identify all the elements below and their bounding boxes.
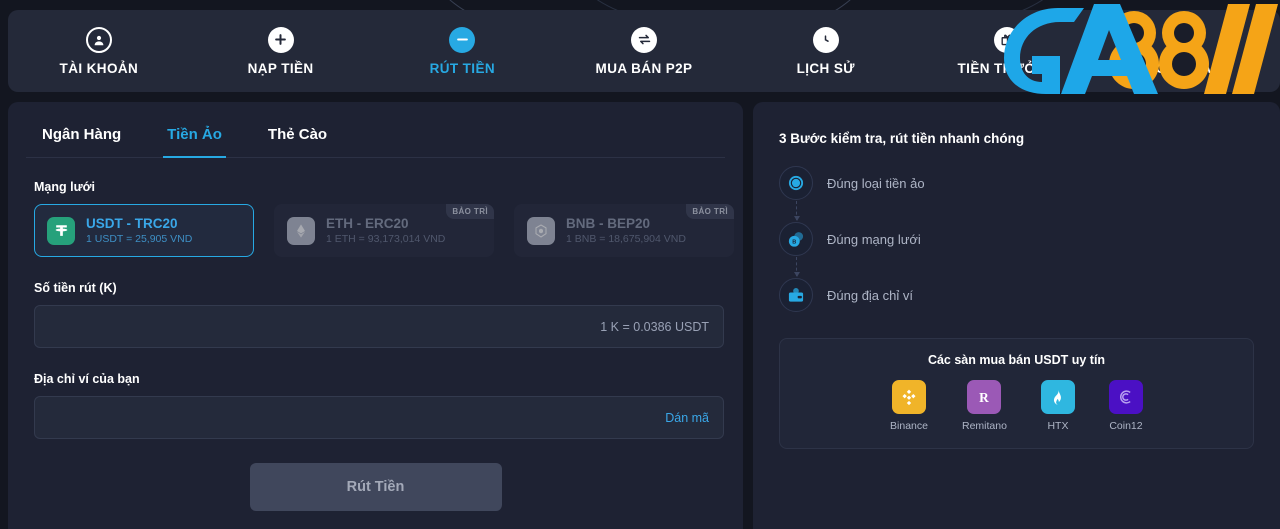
bank-icon (1176, 26, 1203, 53)
minus-circle-icon (449, 26, 476, 53)
maintenance-badge: BẢO TRÌ (686, 204, 734, 219)
exchanges-title: Các sàn mua bán USDT uy tín (927, 353, 1106, 367)
tether-icon (47, 216, 75, 245)
guide-steps: B Đúng loại tiền ảo B Đúng mạng lưới Đún… (779, 164, 1280, 314)
nav-item-tai-khoan[interactable]: TÀI KHOẢN (8, 10, 190, 92)
network-rate: 1 USDT = 25,905 VND (86, 233, 193, 245)
exchange-item-remitano[interactable]: R Remitano (962, 380, 1007, 432)
guide-step-3: Đúng địa chỉ ví (779, 276, 1280, 314)
network-rate: 1 BNB = 18,675,904 VND (566, 233, 686, 245)
remitano-icon: R (967, 380, 1002, 414)
exchange-name: Binance (890, 420, 928, 432)
step-connector (793, 201, 800, 221)
nav-item-rut-tien[interactable]: RÚT TIỀN (371, 10, 553, 92)
network-coins-icon: B (779, 222, 813, 256)
nav-label: MUA BÁN P2P (595, 60, 693, 76)
exchange-arrows-icon (631, 26, 658, 53)
paste-code-button[interactable]: Dán mã (665, 411, 709, 425)
coin12-icon (1108, 380, 1143, 414)
guide-step-text: Đúng loại tiền ảo (827, 175, 925, 191)
guide-panel: 3 Bước kiểm tra, rút tiền nhanh chóng B … (753, 102, 1280, 529)
submit-row: Rút Tiền (8, 463, 743, 511)
network-section-label: Mạng lưới (34, 180, 95, 194)
svg-text:B: B (794, 182, 798, 188)
nav-label: NGÂN HÀNG (1145, 60, 1233, 76)
nav-label: TÀI KHOẢN (59, 60, 139, 76)
clock-icon (812, 26, 839, 53)
binance-coin-icon (527, 216, 555, 245)
network-name: ETH - ERC20 (326, 216, 409, 231)
amount-field-label: Số tiền rút (K) (34, 281, 117, 295)
amount-input[interactable]: 1 K = 0.0386 USDT (34, 305, 724, 348)
guide-title: 3 Bước kiểm tra, rút tiền nhanh chóng (779, 131, 1025, 146)
nav-label: LỊCH SỬ (796, 60, 855, 76)
maintenance-badge: BẢO TRÌ (446, 204, 494, 219)
tab-the-cao[interactable]: Thẻ Cào (264, 126, 331, 158)
svg-text:R: R (980, 390, 990, 405)
svg-text:B: B (792, 239, 796, 245)
app-screen: TÀI KHOẢN NẠP TIỀN RÚT TIỀN MUA BÁN P2P … (0, 0, 1280, 529)
method-tabs: Ngân Hàng Tiền Ảo Thẻ Cào (26, 102, 725, 158)
coin-b-icon: B (779, 166, 813, 200)
wallet-field-label: Địa chỉ ví của bạn (34, 372, 140, 386)
guide-step-1: B Đúng loại tiền ảo (779, 164, 1280, 221)
withdraw-submit-button[interactable]: Rút Tiền (249, 463, 502, 511)
exchanges-box: Các sàn mua bán USDT uy tín Binance R Re… (779, 338, 1254, 449)
binance-icon (892, 380, 927, 414)
exchange-name: HTX (1047, 420, 1069, 432)
nav-item-tien-thuong[interactable]: TIỀN THƯỞNG (917, 10, 1099, 92)
exchange-item-htx[interactable]: HTX (1040, 380, 1075, 432)
nav-item-nap-tien[interactable]: NẠP TIỀN (190, 10, 372, 92)
exchange-item-binance[interactable]: Binance (890, 380, 928, 432)
plus-circle-icon (267, 26, 294, 53)
htx-icon (1040, 380, 1075, 414)
nav-item-ngan-hang[interactable]: NGÂN HÀNG (1098, 10, 1280, 92)
nav-label: RÚT TIỀN (429, 60, 496, 76)
exchange-item-coin12[interactable]: Coin12 (1108, 380, 1143, 432)
exchange-name: Coin12 (1109, 420, 1143, 432)
guide-step-2: B Đúng mạng lưới (779, 220, 1280, 277)
network-option-eth-erc20[interactable]: BẢO TRÌ ETH - ERC20 1 ETH = 93,173,014 V… (274, 204, 494, 257)
withdraw-form-panel: Ngân Hàng Tiền Ảo Thẻ Cào Mạng lưới USDT… (8, 102, 743, 529)
network-option-usdt-trc20[interactable]: USDT - TRC20 1 USDT = 25,905 VND (34, 204, 254, 257)
amount-conversion-hint: 1 K = 0.0386 USDT (600, 319, 709, 334)
tab-ngan-hang[interactable]: Ngân Hàng (38, 126, 125, 158)
nav-label: TIỀN THƯỞNG (957, 60, 1058, 76)
network-options: USDT - TRC20 1 USDT = 25,905 VND BẢO TRÌ… (34, 204, 743, 257)
exchange-name: Remitano (962, 420, 1007, 432)
guide-step-text: Đúng mạng lưới (827, 231, 921, 247)
nav-item-mua-ban-p2p[interactable]: MUA BÁN P2P (553, 10, 735, 92)
exchanges-list: Binance R Remitano HTX Coin12 (780, 380, 1253, 432)
user-circle-icon (85, 26, 112, 53)
network-name: BNB - BEP20 (566, 216, 651, 231)
network-option-bnb-bep20[interactable]: BẢO TRÌ BNB - BEP20 1 BNB = 18,675,904 V… (514, 204, 734, 257)
wallet-icon (779, 278, 813, 312)
nav-item-lich-su[interactable]: LỊCH SỬ (735, 10, 917, 92)
guide-step-text: Đúng địa chỉ ví (827, 287, 913, 303)
gift-icon (994, 26, 1021, 53)
wallet-address-input[interactable]: Dán mã (34, 396, 724, 439)
network-name: USDT - TRC20 (86, 216, 178, 231)
ethereum-icon (287, 216, 315, 245)
nav-label: NẠP TIỀN (247, 60, 314, 76)
step-connector (793, 257, 800, 277)
network-rate: 1 ETH = 93,173,014 VND (326, 233, 446, 245)
tab-tien-ao[interactable]: Tiền Ảo (163, 126, 226, 158)
main-navigation: TÀI KHOẢN NẠP TIỀN RÚT TIỀN MUA BÁN P2P … (8, 10, 1280, 92)
